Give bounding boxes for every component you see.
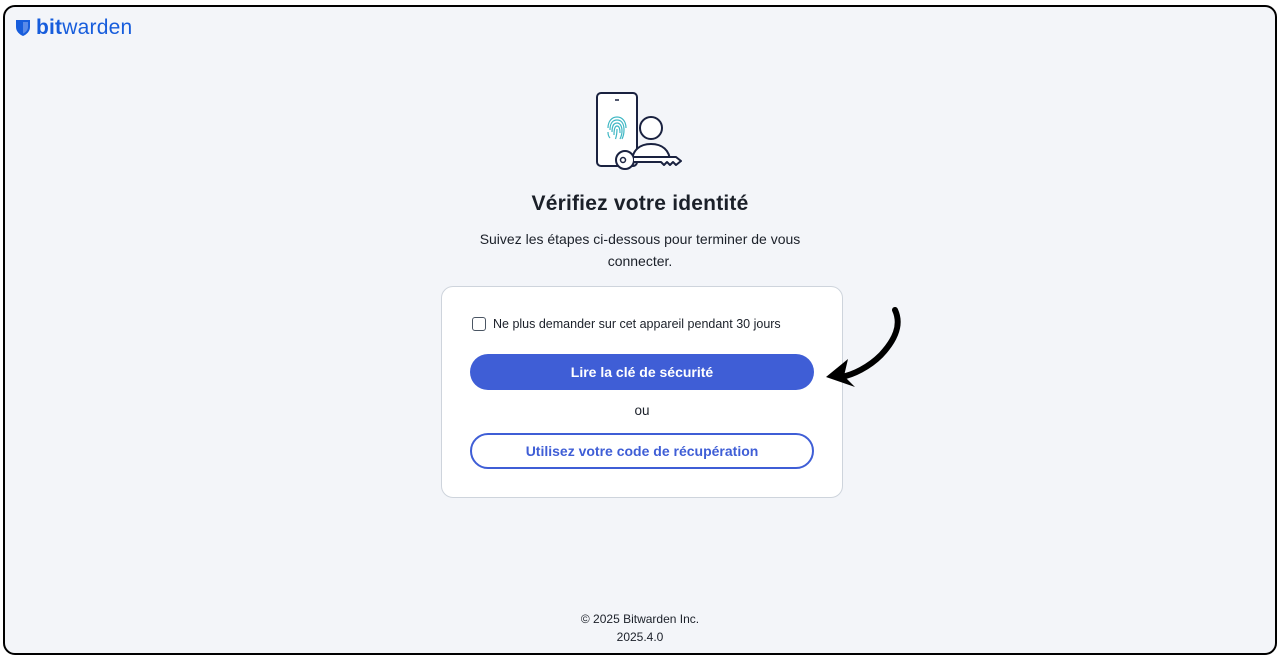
shield-icon xyxy=(16,20,30,36)
remember-device-label: Ne plus demander sur cet appareil pendan… xyxy=(493,317,781,331)
two-factor-card: Ne plus demander sur cet appareil pendan… xyxy=(441,286,843,498)
use-recovery-code-button[interactable]: Utilisez votre code de récupération xyxy=(470,433,814,469)
copyright-text: © 2025 Bitwarden Inc. xyxy=(580,612,700,626)
remember-device-checkbox[interactable] xyxy=(472,317,486,331)
app-window: bitwarden Vérifiez votre identité Suivez… xyxy=(3,5,1277,655)
curved-arrow-icon xyxy=(826,307,901,387)
footer: © 2025 Bitwarden Inc. 2025.4.0 xyxy=(5,610,1275,646)
header-section: Vérifiez votre identité Suivez les étape… xyxy=(5,90,1275,272)
bitwarden-logo[interactable]: bitwarden xyxy=(15,17,132,39)
phone-fingerprint-user-key-icon xyxy=(596,92,682,170)
read-security-key-button[interactable]: Lire la clé de sécurité xyxy=(470,354,814,390)
version-text: 2025.4.0 xyxy=(616,630,664,644)
page-title: Vérifiez votre identité xyxy=(531,192,749,215)
remember-device-option[interactable]: Ne plus demander sur cet appareil pendan… xyxy=(472,317,781,331)
brand-name: bitwarden xyxy=(36,16,133,39)
page-subtitle: Suivez les étapes ci-dessous pour termin… xyxy=(479,231,801,269)
or-separator: ou xyxy=(634,403,650,418)
